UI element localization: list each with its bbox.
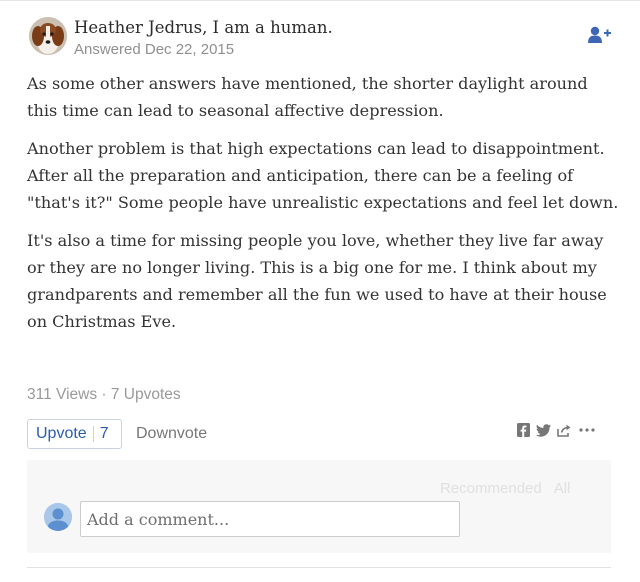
answer-paragraph: It's also a time for missing people you … [27,231,607,331]
dog-avatar-icon [29,17,67,55]
share-actions [517,421,602,439]
twitter-icon[interactable] [536,423,551,437]
comment-sort-options: Recommended All [440,480,570,497]
author-avatar[interactable] [29,17,67,55]
upvote-button[interactable]: Upvote 7 [27,419,122,449]
top-divider [0,0,640,1]
follow-user-plus-icon [588,26,611,43]
bottom-divider [27,567,611,568]
current-user-avatar [44,503,72,531]
user-avatar-icon [44,503,72,531]
answered-date[interactable]: Answered Dec 22, 2015 [74,41,234,58]
upvote-divider [92,426,94,442]
answer-stats[interactable]: 311 Views · 7 Upvotes [27,386,181,404]
downvote-button[interactable]: Downvote [136,425,207,443]
answer-paragraph: Another problem is that high expectation… [27,139,619,212]
answer-paragraph: As some other answers have mentioned, th… [27,74,588,120]
more-icon[interactable] [578,427,596,433]
add-comment-input[interactable] [80,501,460,537]
share-icon[interactable] [557,424,572,437]
facebook-icon[interactable] [517,423,530,437]
recommended-comments-tab[interactable]: Recommended [440,480,542,497]
answer-body: As some other answers have mentioned, th… [27,70,619,335]
upvote-label: Upvote [36,425,87,442]
upvote-count: 7 [99,425,109,442]
follow-user-button[interactable] [587,25,613,45]
answer-card: Heather Jedrus, I am a human. Answered D… [0,0,640,582]
author-name[interactable]: Heather Jedrus, I am a human. [74,18,333,37]
all-comments-tab[interactable]: All [554,480,571,497]
